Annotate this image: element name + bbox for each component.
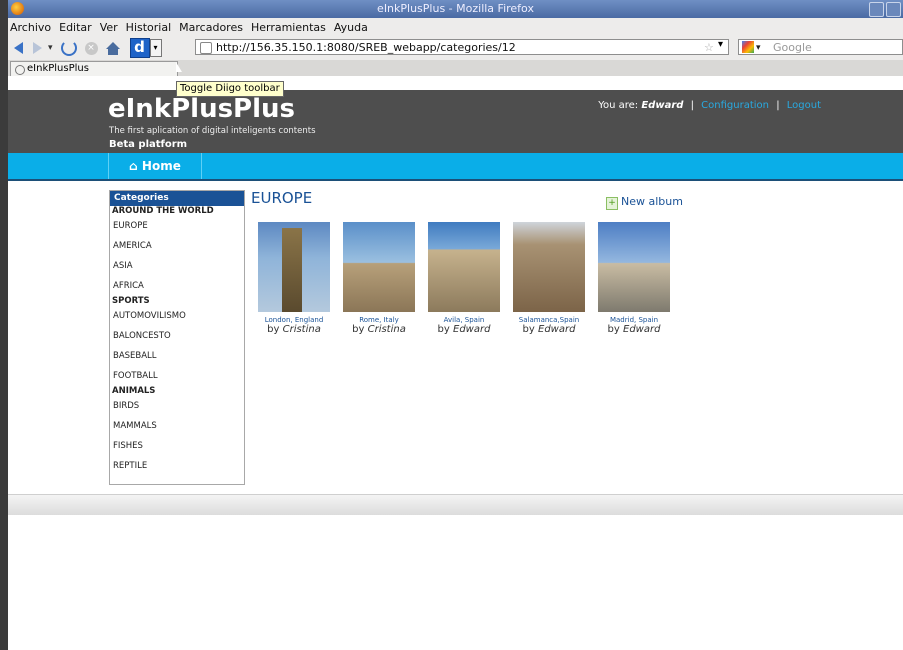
category-africa[interactable]: AFRICA (110, 276, 244, 296)
category-group-title: AROUND THE WORLD (112, 206, 214, 216)
album-author: by Edward (522, 324, 576, 335)
home-nav-icon: ⌂ (129, 159, 138, 173)
category-baloncesto[interactable]: BALONCESTO (110, 326, 244, 346)
album-author: by Cristina (267, 324, 321, 335)
site-header: eInkPlusPlus The first aplication of dig… (8, 90, 903, 153)
home-icon[interactable] (105, 41, 120, 55)
album-photo[interactable] (258, 222, 330, 312)
category-america[interactable]: AMERICA (110, 236, 244, 256)
navigation-toolbar: ▾ × d ▾ http://156.35.150.1:8080/SREB_we… (8, 36, 903, 60)
minimize-button[interactable] (869, 2, 884, 17)
stop-icon[interactable]: × (84, 41, 98, 55)
menu-editar[interactable]: Editar (59, 21, 92, 34)
menu-archivo[interactable]: Archivo (10, 21, 51, 34)
beta-label: Beta platform (109, 139, 188, 150)
category-europe[interactable]: EUROPE (110, 216, 244, 236)
tab-einkplusplus[interactable]: eInkPlusPlus (10, 61, 178, 76)
album-photo[interactable] (428, 222, 500, 312)
categories-panel: Categories AROUND THE WORLD EUROPE AMERI… (109, 190, 245, 485)
category-group-title: ANIMALS (112, 386, 156, 396)
url-text: http://156.35.150.1:8080/SREB_webapp/cat… (216, 41, 516, 54)
album-card[interactable]: Madrid, Spain by Edward (596, 222, 672, 335)
album-place[interactable]: Avila, Spain (426, 316, 502, 324)
menu-bar: Archivo Editar Ver Historial Marcadores … (8, 18, 903, 36)
search-box[interactable]: ▾ Google (738, 39, 903, 55)
site-logo[interactable]: eInkPlusPlus (108, 95, 295, 123)
album-place[interactable]: Salamanca,Spain (511, 316, 587, 324)
forward-arrow-icon[interactable] (33, 42, 42, 54)
search-engine-dropdown-icon[interactable]: ▾ (756, 40, 761, 56)
album-photo[interactable] (513, 222, 585, 312)
category-fishes[interactable]: FISHES (110, 436, 244, 456)
firefox-icon (11, 2, 24, 15)
search-placeholder: Google (773, 41, 812, 54)
category-reptile[interactable]: REPTILE (110, 456, 244, 476)
album-photo[interactable] (598, 222, 670, 312)
album-place[interactable]: Rome, Italy (341, 316, 417, 324)
add-album-icon: + (606, 197, 618, 210)
diigo-tooltip: Toggle Diigo toolbar (176, 81, 284, 97)
tab-bar: eInkPlusPlus (8, 60, 903, 76)
bookmark-star-icon[interactable]: ☆ (704, 41, 714, 54)
categories-heading: Categories (110, 191, 244, 206)
menu-ver[interactable]: Ver (100, 21, 118, 34)
reload-icon[interactable] (60, 40, 77, 56)
user-name: Edward (641, 100, 684, 111)
new-album-button[interactable]: + New album (606, 195, 683, 210)
window-title: eInkPlusPlus - Mozilla Firefox (377, 2, 534, 15)
site-footer (8, 494, 903, 515)
menu-marcadores[interactable]: Marcadores (179, 21, 243, 34)
configuration-link[interactable]: Configuration (701, 100, 769, 111)
diigo-icon[interactable]: d (129, 38, 150, 58)
album-author: by Cristina (352, 324, 406, 335)
category-baseball[interactable]: BASEBALL (110, 346, 244, 366)
album-author: by Edward (607, 324, 661, 335)
album-photo[interactable] (343, 222, 415, 312)
url-bar[interactable]: http://156.35.150.1:8080/SREB_webapp/cat… (195, 39, 729, 55)
menu-ayuda[interactable]: Ayuda (334, 21, 368, 34)
site-tagline: The first aplication of digital intelige… (109, 126, 316, 136)
mouse-cursor-icon (176, 62, 182, 72)
category-mammals[interactable]: MAMMALS (110, 416, 244, 436)
album-card[interactable]: Avila, Spain by Edward (426, 222, 502, 335)
divider: | (690, 100, 694, 111)
browser-window: eInkPlusPlus - Mozilla Firefox Archivo E… (8, 0, 903, 650)
divider: | (776, 100, 780, 111)
tab-favicon-icon (15, 65, 25, 75)
user-prefix: You are: (598, 100, 639, 111)
home-nav-button[interactable]: ⌂ Home (108, 153, 202, 179)
logout-link[interactable]: Logout (787, 100, 821, 111)
desktop-edge (0, 0, 8, 650)
tab-title: eInkPlusPlus (27, 63, 89, 74)
menu-historial[interactable]: Historial (126, 21, 171, 34)
album-card[interactable]: London, England by Cristina (256, 222, 332, 335)
category-asia[interactable]: ASIA (110, 256, 244, 276)
category-automovilismo[interactable]: AUTOMOVILISMO (110, 306, 244, 326)
home-nav-label: Home (141, 159, 181, 173)
new-album-label: New album (621, 195, 683, 208)
category-birds[interactable]: BIRDS (110, 396, 244, 416)
album-place[interactable]: Madrid, Spain (596, 316, 672, 324)
history-dropdown-icon[interactable]: ▾ (48, 43, 53, 53)
window-titlebar: eInkPlusPlus - Mozilla Firefox (8, 0, 903, 18)
album-card[interactable]: Rome, Italy by Cristina (341, 222, 417, 335)
url-dropdown-icon[interactable]: ▾ (718, 39, 723, 50)
category-football[interactable]: FOOTBALL (110, 366, 244, 386)
user-box: You are: Edward | Configuration | Logout (598, 100, 821, 111)
menu-herramientas[interactable]: Herramientas (251, 21, 326, 34)
google-icon (742, 41, 754, 53)
album-card[interactable]: Salamanca,Spain by Edward (511, 222, 587, 335)
category-group-title: SPORTS (112, 296, 150, 306)
diigo-dropdown-icon[interactable]: ▾ (149, 39, 162, 57)
maximize-button[interactable] (886, 2, 901, 17)
window-controls (869, 2, 901, 17)
page-title: EUROPE (251, 189, 313, 207)
album-place[interactable]: London, England (256, 316, 332, 324)
album-author: by Edward (437, 324, 491, 335)
page-favicon-icon (200, 42, 212, 54)
back-arrow-icon[interactable] (14, 42, 23, 54)
site-nav-bar: ⌂ Home (8, 153, 903, 181)
